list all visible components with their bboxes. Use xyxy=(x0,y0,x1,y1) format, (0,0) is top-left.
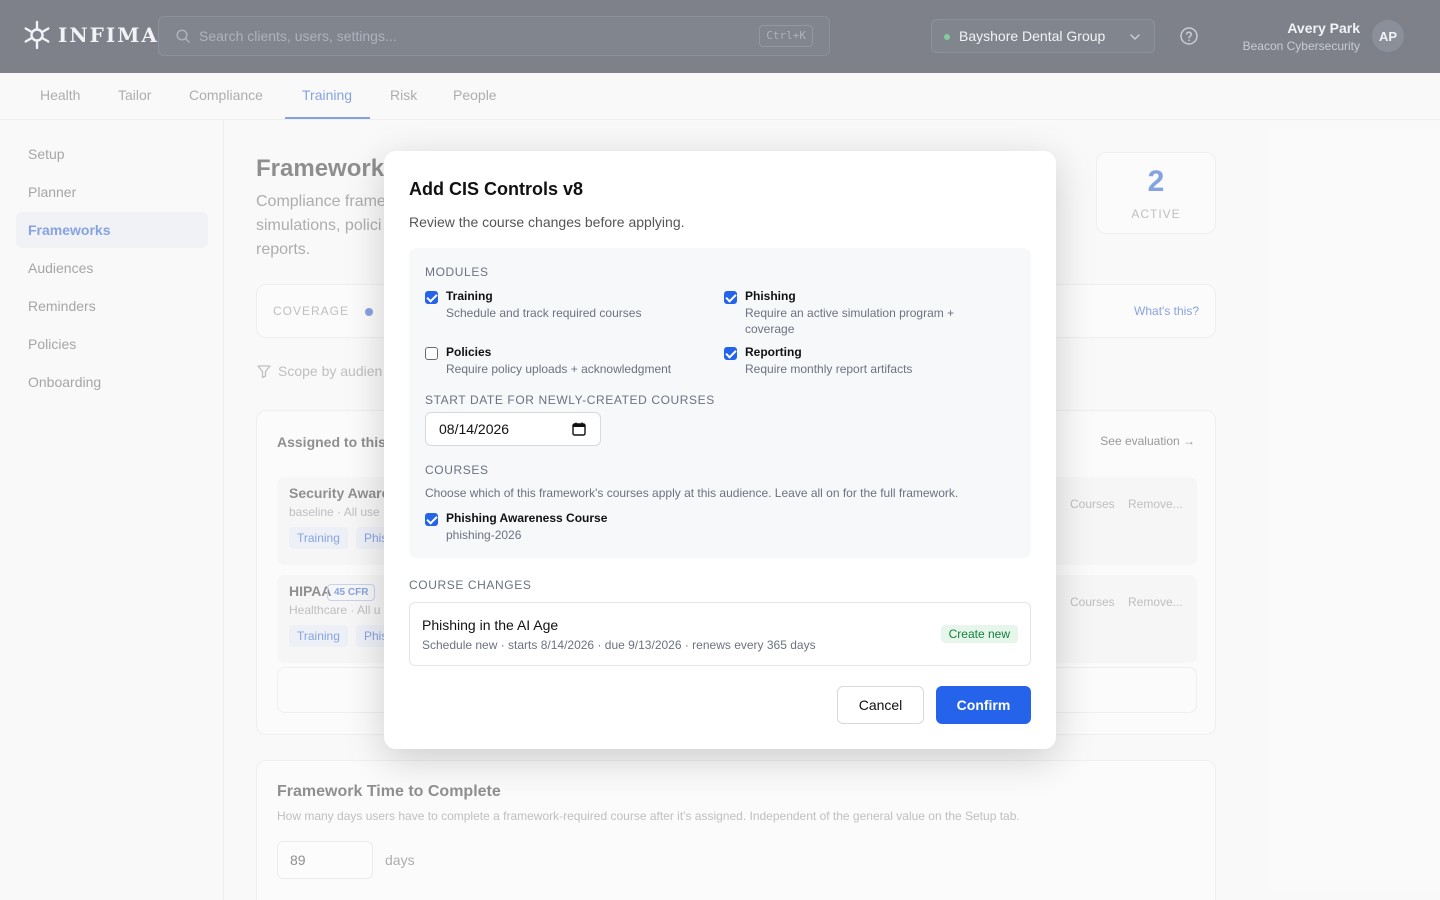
modal-subtitle: Review the course changes before applyin… xyxy=(409,214,685,230)
module-desc: Schedule and track required courses xyxy=(446,306,642,320)
module-checkbox-phishing[interactable] xyxy=(724,291,737,304)
modules-label: MODULES xyxy=(425,265,489,279)
module-desc: Require monthly report artifacts xyxy=(745,362,913,376)
add-framework-modal: Add CIS Controls v8 Review the course ch… xyxy=(384,151,1056,749)
module-desc: Require policy uploads + acknowledgment xyxy=(446,362,672,376)
modal-title: Add CIS Controls v8 xyxy=(409,179,584,199)
cancel-button[interactable]: Cancel xyxy=(837,686,924,724)
module-desc: Require an active simulation program + c… xyxy=(745,306,955,336)
module-checkbox-policies[interactable] xyxy=(425,347,438,360)
change-title: Phishing in the AI Age xyxy=(422,617,559,633)
change-details: Schedule new · starts 8/14/2026 · due 9/… xyxy=(422,638,816,652)
start-date-label: START DATE FOR NEWLY-CREATED COURSES xyxy=(425,393,715,407)
module-title: Phishing xyxy=(745,289,796,303)
module-title: Reporting xyxy=(745,345,802,359)
course-id: phishing-2026 xyxy=(446,528,522,542)
confirm-button[interactable]: Confirm xyxy=(936,686,1031,724)
course-changes-label: COURSE CHANGES xyxy=(409,578,532,592)
calendar-icon[interactable] xyxy=(572,422,586,436)
status-badge: Create new xyxy=(940,625,1018,643)
module-title: Training xyxy=(446,289,493,303)
module-checkbox-training[interactable] xyxy=(425,291,438,304)
start-date-input[interactable]: 08/14/2026 xyxy=(425,412,601,446)
module-title: Policies xyxy=(446,345,492,359)
course-change-card: Phishing in the AI Age Schedule new · st… xyxy=(409,602,1031,666)
courses-help: Choose which of this framework's courses… xyxy=(425,486,959,500)
modal-options-panel: MODULES Training Schedule and track requ… xyxy=(409,248,1031,558)
courses-label: COURSES xyxy=(425,463,489,477)
course-checkbox[interactable] xyxy=(425,513,438,526)
start-date-value: 08/14/2026 xyxy=(439,421,510,437)
module-checkbox-reporting[interactable] xyxy=(724,347,737,360)
course-title: Phishing Awareness Course xyxy=(446,511,608,525)
